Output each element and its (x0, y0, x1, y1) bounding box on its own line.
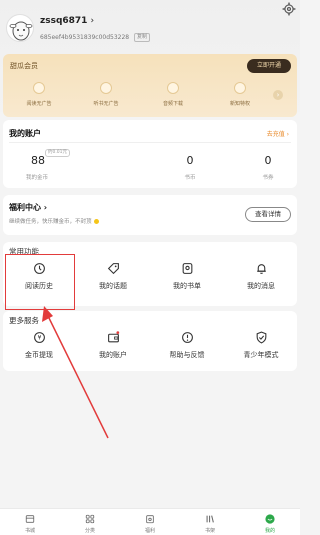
my-booklist-label: 我的书单 (173, 282, 201, 290)
vip-benefit-ad-free-listening[interactable]: 听书无广告 (76, 80, 136, 114)
vip-card[interactable]: 甜瓜会员 立即开通 阅读无广告 听书无广告 音频下载 新知特权 › (3, 54, 297, 117)
vip-open-button[interactable]: 立即开通 (247, 59, 291, 73)
category-icon (85, 514, 95, 524)
bell-icon (257, 264, 266, 274)
user-id: 685eef4b9531839c00d53228 复制 (40, 33, 151, 42)
tab-label: 我的 (264, 528, 275, 534)
book-coin-label: 书币 (184, 175, 196, 181)
welfare-title-text: 福利中心 (9, 203, 41, 212)
vip-benefit-label: 新知特权 (229, 101, 250, 107)
tab-bookstore[interactable]: 书城 (0, 509, 60, 535)
welfare-subtitle: 继续做任务，快乐赚金币，不封顶 (9, 217, 99, 225)
avatar[interactable] (6, 14, 34, 42)
more-services-title: 更多服务 (9, 316, 39, 325)
tab-label: 分类 (84, 528, 95, 534)
teen-mode-item[interactable]: 青少年模式 (225, 331, 297, 365)
vip-benefit-audio-download[interactable]: 音频下载 (143, 80, 203, 114)
annotation-highlight-box (5, 254, 75, 310)
vip-more-icon[interactable]: › (273, 90, 283, 100)
more-services-card: 更多服务 ¥ 金币提现 我的账户 帮助与反馈 青少年模式 (3, 311, 297, 371)
book-coin-value[interactable]: 0 (175, 154, 205, 167)
chevron-right-icon: › (90, 16, 95, 26)
coin-withdraw-icon: ¥ (34, 332, 45, 343)
vip-title: 甜瓜会员 (10, 62, 38, 70)
tab-bookshelf[interactable]: 书架 (180, 509, 240, 535)
my-account-item[interactable]: 我的账户 (77, 331, 149, 365)
coin-withdraw-item[interactable]: ¥ 金币提现 (3, 331, 75, 365)
booklist-icon (182, 263, 193, 274)
user-id-text: 685eef4b9531839c00d53228 (40, 34, 130, 41)
username-text: zssq6871 (40, 16, 88, 26)
my-topics-label: 我的话题 (99, 282, 127, 290)
vip-benefit-label: 听书无广告 (93, 101, 119, 107)
account-card: 我的账户 去充值 › 88 约0.01元 我的金币 0 书币 0 书券 (3, 120, 297, 188)
view-details-button[interactable]: 查看详情 (245, 207, 291, 222)
microphone-download-icon (167, 82, 179, 94)
welfare-icon (146, 515, 154, 524)
vip-benefit-label: 阅读无广告 (26, 101, 52, 107)
account-title: 我的账户 (9, 129, 41, 138)
coin-icon (93, 219, 99, 224)
svg-text:¥: ¥ (38, 335, 42, 342)
gift-icon (234, 82, 246, 94)
divider (9, 142, 291, 143)
coin-withdraw-label: 金币提现 (25, 351, 53, 359)
my-booklist-item[interactable]: 我的书单 (151, 262, 223, 296)
vip-benefit-ad-free-reading[interactable]: 阅读无广告 (9, 80, 69, 114)
teen-mode-label: 青少年模式 (243, 351, 279, 359)
recharge-link[interactable]: 去充值 › (267, 129, 289, 138)
gold-expiry-badge: 约0.01元 (45, 149, 71, 157)
book-ad-free-icon (33, 82, 45, 94)
bookstore-icon (25, 515, 35, 523)
shield-check-icon (256, 331, 267, 344)
user-profile[interactable]: zssq6871 › 685eef4b9531839c00d53228 复制 (6, 14, 294, 54)
tab-label: 福利 (144, 528, 155, 534)
book-voucher-label: 书券 (262, 175, 274, 181)
my-account-label: 我的账户 (99, 351, 127, 359)
book-voucher-value[interactable]: 0 (253, 154, 283, 167)
welfare-card[interactable]: 福利中心 › 继续做任务，快乐赚金币，不封顶 查看详情 (3, 195, 297, 235)
profile-icon (265, 514, 275, 524)
tab-label: 书城 (24, 528, 35, 534)
tab-label: 书架 (204, 528, 215, 534)
vip-benefits: 阅读无广告 听书无广告 音频下载 新知特权 › (3, 80, 297, 114)
headphones-icon (100, 82, 112, 94)
help-feedback-item[interactable]: 帮助与反馈 (151, 331, 223, 365)
sheep-avatar-icon (9, 21, 33, 41)
copy-button[interactable]: 复制 (134, 33, 151, 42)
vip-benefit-privilege[interactable]: 新知特权 (210, 80, 270, 114)
tag-icon (107, 263, 119, 275)
gold-label: 我的金币 (25, 175, 48, 181)
username[interactable]: zssq6871 › (40, 16, 94, 26)
help-icon (182, 332, 193, 343)
help-feedback-label: 帮助与反馈 (169, 351, 205, 359)
bottom-tab-bar: 书城 分类 福利 书架 我的 (0, 508, 300, 535)
tab-category[interactable]: 分类 (60, 509, 120, 535)
welfare-subtitle-text: 继续做任务，快乐赚金币，不封顶 (9, 219, 92, 225)
wallet-icon (108, 331, 120, 343)
tab-welfare[interactable]: 福利 (120, 509, 180, 535)
welfare-title: 福利中心 › (9, 203, 48, 212)
bookshelf-icon (206, 515, 214, 523)
vip-benefit-label: 音频下载 (162, 101, 183, 107)
my-topics-item[interactable]: 我的话题 (77, 262, 149, 296)
tab-profile[interactable]: 我的 (240, 509, 300, 535)
my-messages-label: 我的消息 (247, 282, 275, 290)
my-messages-item[interactable]: 我的消息 (225, 262, 297, 296)
